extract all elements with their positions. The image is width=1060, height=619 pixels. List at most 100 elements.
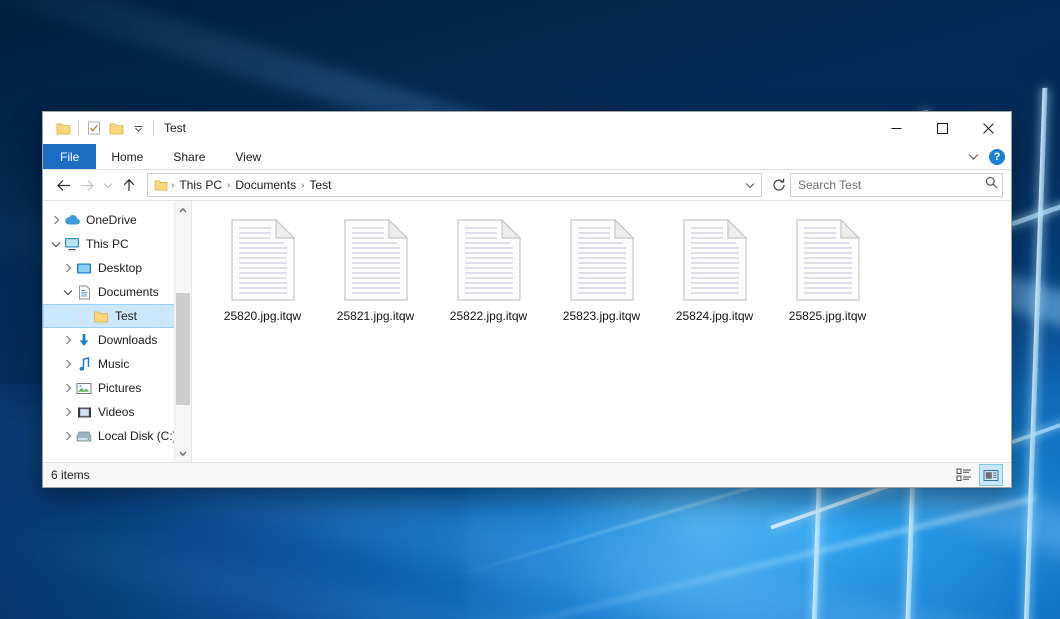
navigation-pane: OneDrive This PC (43, 201, 191, 462)
list-item[interactable]: 25823.jpg.itqw (545, 215, 658, 323)
address-bar[interactable]: › This PC › Documents › Test (147, 173, 762, 197)
tab-file[interactable]: File (43, 144, 96, 169)
sidebar-item-local-disk-c[interactable]: Local Disk (C:) (43, 424, 191, 448)
sidebar-item-label: Music (98, 357, 129, 371)
chevron-right-icon[interactable] (61, 429, 75, 443)
details-view-button[interactable] (953, 465, 975, 485)
close-button[interactable] (965, 112, 1011, 144)
back-button[interactable] (51, 173, 75, 197)
chevron-down-icon[interactable] (49, 237, 63, 251)
list-item[interactable]: 25824.jpg.itqw (658, 215, 771, 323)
chevron-right-icon[interactable] (61, 261, 75, 275)
expand-ribbon-chevron-icon[interactable] (968, 148, 979, 166)
sidebar-item-music[interactable]: Music (43, 352, 191, 376)
tab-view[interactable]: View (220, 144, 276, 169)
sidebar-item-test[interactable]: Test (43, 304, 191, 328)
breadcrumb-item-this-pc[interactable]: This PC (175, 178, 226, 192)
address-bar-row: › This PC › Documents › Test Search Test (43, 170, 1011, 200)
folder-icon[interactable] (52, 117, 74, 139)
unknown-file-icon (795, 219, 861, 301)
chevron-right-icon[interactable] (61, 333, 75, 347)
disk-icon (75, 428, 93, 444)
folder-icon (92, 308, 110, 324)
sidebar-item-onedrive[interactable]: OneDrive (43, 208, 191, 232)
download-icon (75, 332, 93, 348)
sidebar-item-downloads[interactable]: Downloads (43, 328, 191, 352)
explorer-body: OneDrive This PC (43, 200, 1011, 462)
recent-locations-button[interactable] (99, 173, 117, 197)
status-bar: 6 items (43, 462, 1011, 487)
scroll-down-button[interactable] (175, 445, 191, 462)
sidebar-item-label: Documents (98, 285, 159, 299)
search-box[interactable]: Search Test (790, 173, 1003, 197)
ribbon-controls: ? (968, 144, 1005, 169)
maximize-button[interactable] (919, 112, 965, 144)
breadcrumb-item-test[interactable]: Test (305, 178, 335, 192)
chevron-right-icon[interactable] (61, 381, 75, 395)
sidebar-item-label: This PC (86, 237, 129, 251)
minimize-button[interactable] (873, 112, 919, 144)
scroll-up-button[interactable] (175, 201, 191, 218)
search-input[interactable]: Search Test (798, 178, 985, 192)
ribbon-tab-strip: File Home Share View ? (43, 144, 1011, 170)
unknown-file-icon (230, 219, 296, 301)
list-item[interactable]: 25822.jpg.itqw (432, 215, 545, 323)
unknown-file-icon (682, 219, 748, 301)
file-name-label: 25824.jpg.itqw (676, 309, 753, 323)
new-folder-icon[interactable] (105, 117, 127, 139)
forward-button[interactable] (75, 173, 99, 197)
address-folder-icon (152, 179, 170, 191)
tab-share[interactable]: Share (158, 144, 220, 169)
refresh-icon[interactable] (768, 174, 790, 196)
file-list-pane[interactable]: 25820.jpg.itqw (191, 201, 1011, 462)
quick-access-toolbar: Test (43, 112, 186, 144)
scrollbar-thumb[interactable] (176, 293, 190, 405)
chevron-right-icon[interactable] (49, 213, 63, 227)
chevron-right-icon[interactable] (61, 405, 75, 419)
picture-icon (75, 380, 93, 396)
unknown-file-icon (569, 219, 635, 301)
navigation-scrollbar[interactable] (174, 201, 191, 462)
address-dropdown-chevron-icon[interactable] (741, 175, 759, 195)
chevron-right-icon[interactable] (61, 357, 75, 371)
file-name-label: 25822.jpg.itqw (450, 309, 527, 323)
view-mode-buttons (953, 463, 1003, 487)
large-icons-view-button[interactable] (979, 464, 1003, 486)
window-title: Test (164, 122, 186, 134)
title-bar: Test (43, 112, 1011, 144)
toolbar-divider (153, 121, 154, 135)
tab-home[interactable]: Home (96, 144, 158, 169)
item-count-label: 6 items (51, 468, 90, 482)
sidebar-item-documents[interactable]: Documents (43, 280, 191, 304)
sidebar-item-pictures[interactable]: Pictures (43, 376, 191, 400)
sidebar-item-this-pc[interactable]: This PC (43, 232, 191, 256)
sidebar-item-label: Local Disk (C:) (98, 429, 177, 443)
desktop-icon (75, 260, 93, 276)
file-explorer-window: Test File Home Share View ? (42, 111, 1012, 488)
list-item[interactable]: 25820.jpg.itqw (206, 215, 319, 323)
breadcrumb: › This PC › Documents › Test (170, 178, 741, 192)
sidebar-item-videos[interactable]: Videos (43, 400, 191, 424)
navigation-tree: OneDrive This PC (43, 201, 191, 448)
list-item[interactable]: 25821.jpg.itqw (319, 215, 432, 323)
help-icon[interactable]: ? (989, 149, 1005, 165)
cloud-icon (63, 212, 81, 228)
toolbar-divider (78, 121, 79, 135)
window-controls (873, 112, 1011, 144)
customize-qat-chevron-icon[interactable] (127, 117, 149, 139)
video-icon (75, 404, 93, 420)
list-item[interactable]: 25825.jpg.itqw (771, 215, 884, 323)
chevron-down-icon[interactable] (61, 285, 75, 299)
file-name-label: 25821.jpg.itqw (337, 309, 414, 323)
search-icon[interactable] (985, 176, 998, 194)
up-button[interactable] (117, 173, 141, 197)
sidebar-item-label: Pictures (98, 381, 141, 395)
sidebar-item-desktop[interactable]: Desktop (43, 256, 191, 280)
monitor-icon (63, 236, 81, 252)
sidebar-item-label: Downloads (98, 333, 157, 347)
properties-checkbox-icon[interactable] (83, 117, 105, 139)
unknown-file-icon (343, 219, 409, 301)
document-icon (75, 284, 93, 300)
breadcrumb-item-documents[interactable]: Documents (231, 178, 300, 192)
music-icon (75, 356, 93, 372)
